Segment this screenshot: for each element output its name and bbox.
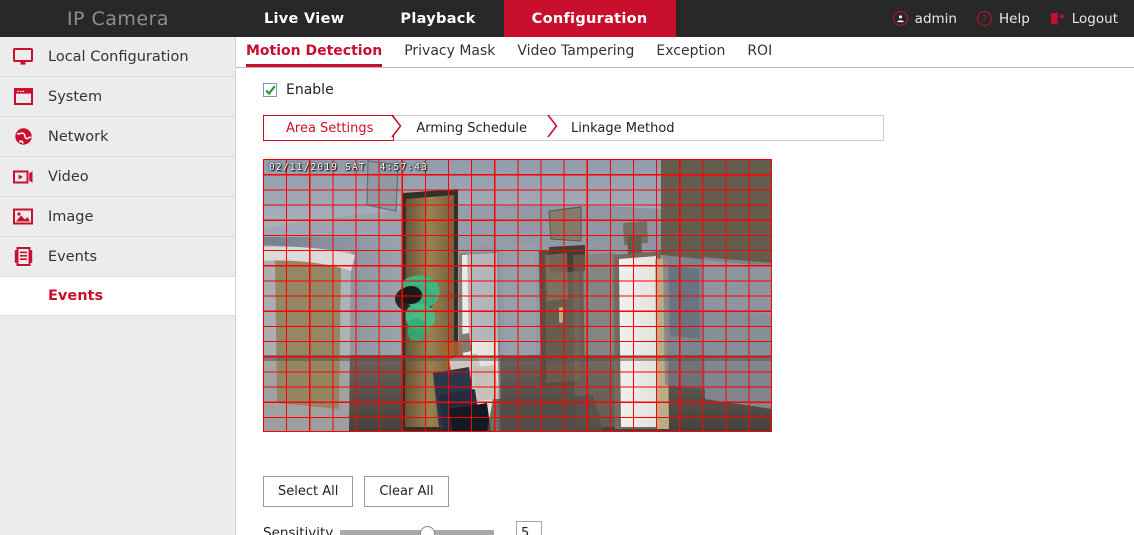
logout-link[interactable]: Logout — [1050, 11, 1118, 27]
user-icon — [892, 11, 908, 26]
step-tabs: Area Settings Arming Schedule Linkage Me… — [263, 114, 884, 141]
sidebar-filler — [0, 316, 235, 535]
sidebar-label: System — [48, 88, 103, 105]
step-label: Area Settings — [286, 120, 374, 136]
main-nav: Live View Playback Configuration — [236, 0, 676, 37]
sidebar-item-image[interactable]: Image — [0, 197, 235, 237]
help-label: Help — [998, 10, 1030, 27]
motion-grid-overlay[interactable] — [263, 159, 772, 432]
main-content: Motion Detection Privacy Mask Video Tamp… — [236, 37, 1134, 535]
step-linkage-method[interactable]: Linkage Method — [549, 116, 697, 140]
sidebar-subitem-label: Events — [48, 288, 104, 304]
subtab-bar: Motion Detection Privacy Mask Video Tamp… — [236, 37, 1134, 68]
sensitivity-slider[interactable] — [340, 524, 494, 535]
sidebar-item-video[interactable]: Video — [0, 157, 235, 197]
sidebar: Local Configuration System Network Video — [0, 37, 236, 535]
sensitivity-row: Sensitivity 5 — [263, 521, 1134, 535]
step-label: Linkage Method — [571, 120, 675, 136]
chevron-right-icon — [547, 114, 558, 142]
check-icon — [264, 85, 276, 95]
help-icon: ? — [976, 11, 992, 26]
logout-label: Logout — [1071, 10, 1118, 27]
step-area-settings[interactable]: Area Settings — [263, 114, 402, 141]
slider-track[interactable] — [340, 530, 494, 535]
step-label: Arming Schedule — [416, 120, 528, 136]
sidebar-subitem-events[interactable]: Events — [0, 277, 235, 316]
sidebar-label: Video — [48, 168, 89, 185]
motion-detection-video[interactable]: 02/11/2019 SAT 4:57:43 — [263, 159, 772, 432]
app-header: IP Camera Live View Playback Configurati… — [0, 0, 1134, 37]
document-list-icon — [12, 246, 34, 268]
tab-roi[interactable]: ROI — [747, 44, 772, 67]
sensitivity-value[interactable]: 5 — [516, 521, 542, 535]
camcorder-icon — [12, 166, 34, 188]
sidebar-item-local-configuration[interactable]: Local Configuration — [0, 37, 235, 77]
picture-icon — [12, 206, 34, 228]
nav-live-view[interactable]: Live View — [236, 0, 372, 37]
sidebar-item-network[interactable]: Network — [0, 117, 235, 157]
sidebar-label: Image — [48, 208, 94, 225]
svg-text:?: ? — [982, 14, 987, 24]
area-buttons: Select All Clear All — [263, 476, 1134, 507]
nav-playback[interactable]: Playback — [372, 0, 503, 37]
video-timestamp: 02/11/2019 SAT 4:57:43 — [269, 162, 429, 173]
user-menu[interactable]: admin — [892, 10, 957, 27]
tab-motion-detection[interactable]: Motion Detection — [246, 44, 383, 67]
chevron-right-icon — [391, 114, 402, 142]
page-body: Local Configuration System Network Video — [0, 37, 1134, 535]
tab-privacy-mask[interactable]: Privacy Mask — [404, 44, 495, 67]
sensitivity-label: Sensitivity — [263, 525, 334, 535]
user-label: admin — [914, 10, 957, 27]
header-actions: admin ? Help Logout — [892, 0, 1134, 37]
select-all-button[interactable]: Select All — [263, 476, 354, 507]
logout-icon — [1050, 11, 1065, 26]
clear-all-button[interactable]: Clear All — [364, 476, 449, 507]
nav-configuration[interactable]: Configuration — [503, 0, 676, 37]
slider-knob[interactable] — [420, 525, 436, 535]
globe-icon — [12, 126, 34, 148]
help-link[interactable]: ? Help — [976, 10, 1030, 27]
sidebar-item-system[interactable]: System — [0, 77, 235, 117]
enable-label: Enable — [286, 82, 334, 98]
monitor-icon — [12, 46, 34, 68]
tab-exception[interactable]: Exception — [656, 44, 725, 67]
enable-checkbox[interactable] — [263, 83, 277, 97]
step-arming-schedule[interactable]: Arming Schedule — [394, 114, 558, 140]
app-brand: IP Camera — [66, 7, 170, 30]
sidebar-label: Local Configuration — [48, 48, 189, 65]
sidebar-label: Events — [48, 248, 98, 265]
sidebar-item-events[interactable]: Events — [0, 237, 235, 277]
sidebar-label: Network — [48, 128, 109, 145]
motion-detection-panel: Enable Area Settings Arming Schedule Lin — [236, 68, 1134, 535]
window-icon — [12, 86, 34, 108]
enable-row: Enable — [263, 82, 1134, 98]
tab-video-tampering[interactable]: Video Tampering — [517, 44, 634, 67]
